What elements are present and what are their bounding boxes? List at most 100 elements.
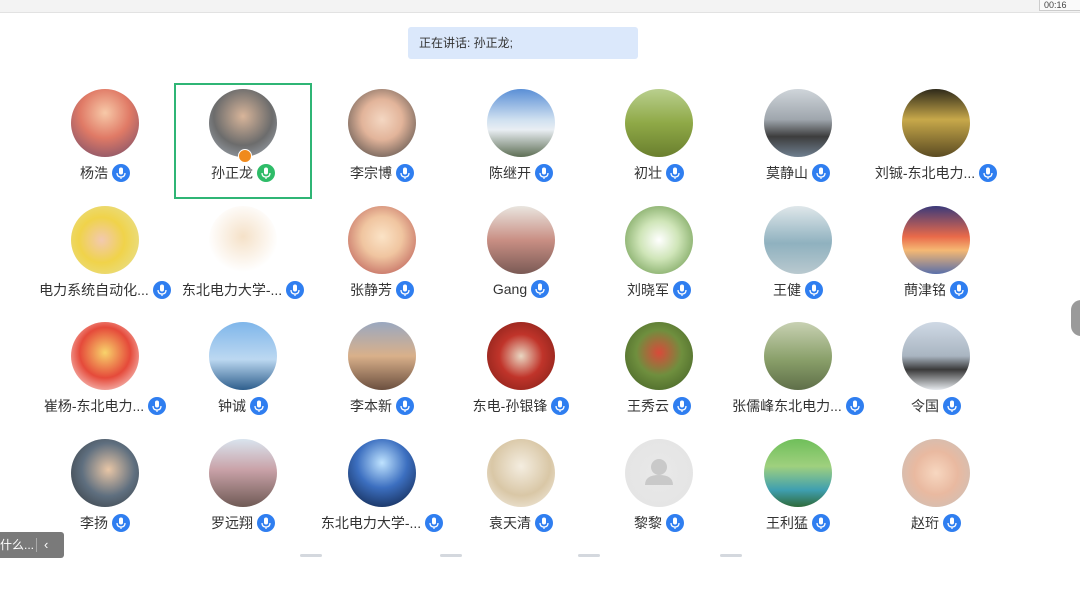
microphone-icon bbox=[250, 397, 268, 415]
participant-name-row: 孙正龙 bbox=[176, 163, 310, 183]
participant-name: 杨浩 bbox=[80, 165, 108, 181]
participant-tile[interactable]: 黎黎 bbox=[590, 433, 728, 549]
participant-tile[interactable]: 王秀云 bbox=[590, 316, 728, 432]
microphone-icon bbox=[666, 514, 684, 532]
participant-name-row: 东电-孙银锋 bbox=[452, 396, 590, 416]
participant-tile[interactable]: 莫静山 bbox=[729, 83, 867, 199]
participant-tile[interactable]: 东电-孙银锋 bbox=[452, 316, 590, 432]
host-badge-icon bbox=[238, 149, 252, 163]
participant-avatar bbox=[902, 206, 970, 274]
participant-tile[interactable]: 杨浩 bbox=[36, 83, 174, 199]
participant-tile[interactable]: 刘铖-东北电力... bbox=[867, 83, 1005, 199]
participant-tile[interactable]: 李本新 bbox=[313, 316, 451, 432]
participant-tile[interactable]: 东北电力大学-... bbox=[174, 200, 312, 316]
participant-name-row: 王利猛 bbox=[729, 513, 867, 533]
participant-tile[interactable]: Gang bbox=[452, 200, 590, 316]
meeting-timer: 00:16 bbox=[1039, 0, 1080, 11]
participant-avatar bbox=[625, 89, 693, 157]
microphone-icon bbox=[112, 514, 130, 532]
participant-name: 王秀云 bbox=[627, 398, 669, 414]
participant-tile[interactable]: 电力系统自动化... bbox=[36, 200, 174, 316]
participant-avatar bbox=[902, 439, 970, 507]
next-row-peek bbox=[440, 554, 462, 557]
participant-name-row: 钟诚 bbox=[174, 396, 312, 416]
participant-name: 李本新 bbox=[350, 398, 392, 414]
participant-name-row: 电力系统自动化... bbox=[36, 280, 174, 300]
microphone-icon bbox=[673, 397, 691, 415]
participant-tile[interactable]: 陈继开 bbox=[452, 83, 590, 199]
microphone-icon bbox=[257, 164, 275, 182]
participant-tile[interactable]: 初壮 bbox=[590, 83, 728, 199]
participant-name: 孙正龙 bbox=[211, 165, 253, 181]
participant-name-row: 张儒峰东北电力... bbox=[729, 396, 867, 416]
participant-tile[interactable]: 钟诚 bbox=[174, 316, 312, 432]
participant-avatar bbox=[764, 89, 832, 157]
microphone-icon bbox=[535, 164, 553, 182]
participant-name: 王健 bbox=[773, 282, 801, 298]
chat-panel-preview-text: 什么... bbox=[0, 538, 35, 552]
participant-name: Gang bbox=[492, 281, 528, 297]
next-row-peek bbox=[720, 554, 742, 557]
participant-avatar bbox=[487, 322, 555, 390]
participant-name-row: 李扬 bbox=[36, 513, 174, 533]
participant-avatar bbox=[764, 439, 832, 507]
participant-avatar bbox=[487, 439, 555, 507]
microphone-icon bbox=[148, 397, 167, 415]
participant-avatar bbox=[764, 206, 832, 274]
microphone-icon bbox=[425, 514, 444, 532]
default-avatar-icon bbox=[625, 439, 693, 507]
microphone-icon bbox=[943, 514, 961, 532]
participant-tile[interactable]: 罗远翔 bbox=[174, 433, 312, 549]
participant-tile[interactable]: 袁天清 bbox=[452, 433, 590, 549]
participant-tile[interactable]: 王健 bbox=[729, 200, 867, 316]
chat-panel-collapse-button[interactable]: 什么... ‹ bbox=[0, 532, 64, 558]
participant-name: 电力系统自动化... bbox=[39, 282, 149, 298]
participant-avatar bbox=[209, 439, 277, 507]
participant-name: 东北电力大学-... bbox=[181, 282, 283, 298]
participant-tile[interactable]: 李宗博 bbox=[313, 83, 451, 199]
participant-avatar bbox=[71, 439, 139, 507]
participant-tile[interactable]: 赵珩 bbox=[867, 433, 1005, 549]
participant-tile[interactable]: 张儒峰东北电力... bbox=[729, 316, 867, 432]
participant-avatar bbox=[625, 322, 693, 390]
microphone-icon bbox=[396, 164, 414, 182]
participant-avatar bbox=[348, 439, 416, 507]
participant-name: 初壮 bbox=[634, 165, 662, 181]
top-toolbar: 00:16 bbox=[0, 0, 1080, 13]
participant-tile[interactable]: 蔄津铭 bbox=[867, 200, 1005, 316]
participant-name: 东北电力大学-... bbox=[320, 515, 422, 531]
participant-name: 令国 bbox=[911, 398, 939, 414]
participant-tile[interactable]: 崔杨-东北电力... bbox=[36, 316, 174, 432]
participant-avatar bbox=[209, 89, 277, 157]
participant-name: 蔄津铭 bbox=[904, 282, 946, 298]
participant-name: 陈继开 bbox=[489, 165, 531, 181]
microphone-icon bbox=[673, 281, 691, 299]
participant-name: 张静芳 bbox=[350, 282, 392, 298]
participant-tile[interactable]: 孙正龙 bbox=[174, 83, 312, 199]
participant-name-row: 崔杨-东北电力... bbox=[36, 396, 174, 416]
microphone-icon bbox=[845, 397, 864, 415]
next-row-peek bbox=[578, 554, 600, 557]
participant-tile[interactable]: 王利猛 bbox=[729, 433, 867, 549]
participant-name: 罗远翔 bbox=[211, 515, 253, 531]
speaking-indicator: 正在讲话: 孙正龙; bbox=[408, 27, 638, 59]
microphone-icon bbox=[531, 280, 550, 298]
participant-avatar bbox=[209, 322, 277, 390]
participant-name: 黎黎 bbox=[634, 515, 662, 531]
participant-tile[interactable]: 刘晓军 bbox=[590, 200, 728, 316]
participant-tile[interactable]: 东北电力大学-... bbox=[313, 433, 451, 549]
participant-name-row: 王秀云 bbox=[590, 396, 728, 416]
participant-avatar bbox=[487, 206, 555, 274]
microphone-icon bbox=[812, 514, 830, 532]
participant-tile[interactable]: 张静芳 bbox=[313, 200, 451, 316]
microphone-icon bbox=[257, 514, 275, 532]
participant-tile[interactable]: 令国 bbox=[867, 316, 1005, 432]
participant-avatar bbox=[902, 89, 970, 157]
participant-name: 莫静山 bbox=[766, 165, 808, 181]
participant-name: 钟诚 bbox=[218, 398, 246, 414]
divider bbox=[36, 538, 37, 552]
scroll-handle[interactable] bbox=[1071, 300, 1080, 336]
participant-name-row: 李宗博 bbox=[313, 163, 451, 183]
participant-avatar bbox=[71, 206, 139, 274]
participant-avatar bbox=[71, 322, 139, 390]
